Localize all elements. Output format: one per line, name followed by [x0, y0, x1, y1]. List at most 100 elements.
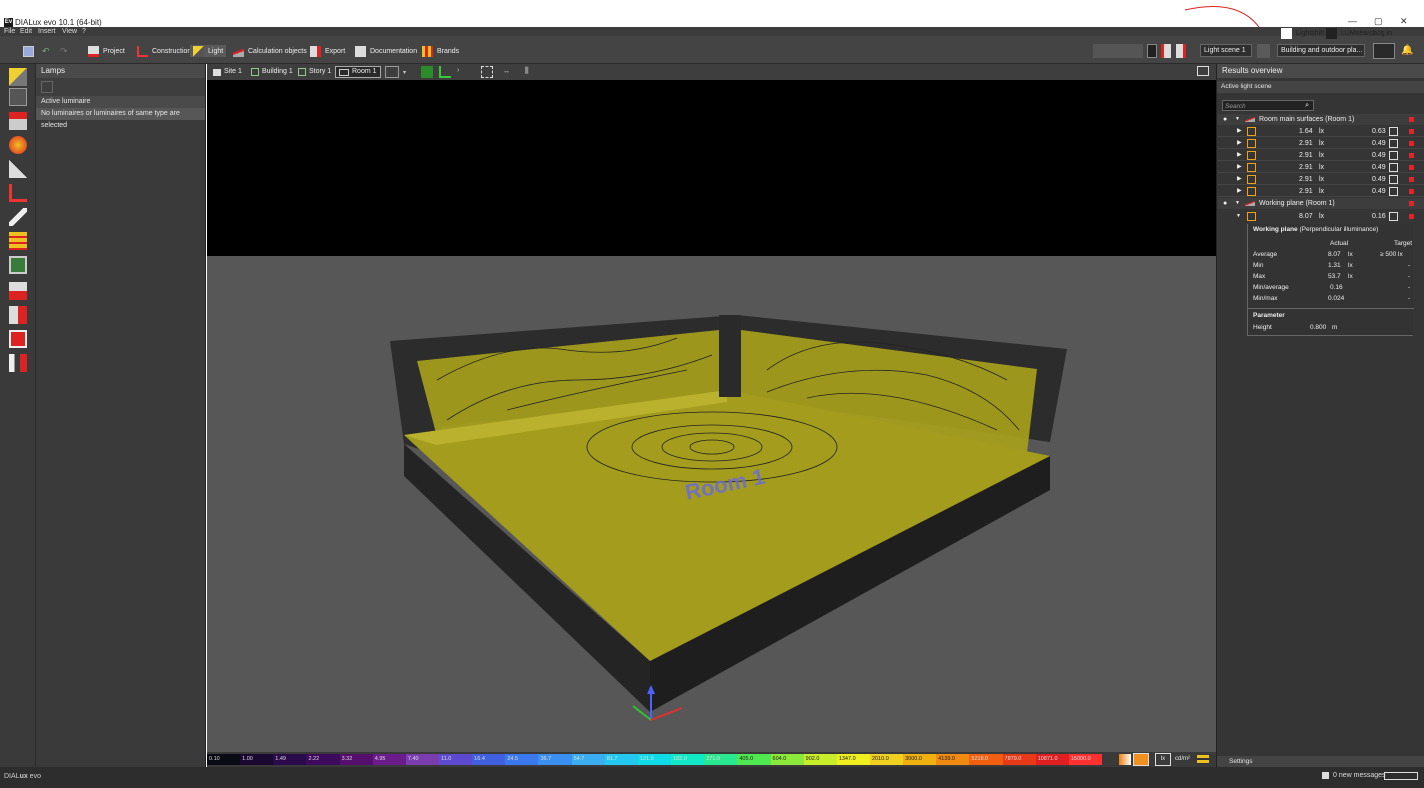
expand-chevron-icon[interactable]: ▶	[1237, 150, 1242, 161]
light-scene-options-button[interactable]	[1257, 44, 1270, 58]
menu-insert[interactable]: Insert	[38, 27, 56, 36]
tab-project[interactable]: Project	[88, 45, 125, 57]
chevron-right-icon[interactable]: ›	[457, 67, 459, 74]
expand-chevron-icon[interactable]: ▼	[1235, 198, 1240, 209]
gradient-mode-icon[interactable]	[1119, 754, 1131, 765]
unit-lx-button[interactable]: lx	[1155, 753, 1171, 766]
light-scene-select[interactable]: Light scene 1	[1200, 44, 1252, 57]
light-mode-icon[interactable]	[9, 68, 27, 86]
wall-view-icon[interactable]	[439, 66, 451, 78]
restore-button[interactable]: ▢	[1374, 16, 1383, 27]
menu-file[interactable]: File	[4, 27, 15, 36]
chevron-down-icon[interactable]: ▾	[403, 69, 406, 76]
group-room-main-surfaces[interactable]: ● ▼ Room main surfaces (Room 1)	[1217, 114, 1424, 125]
surface-row[interactable]: ▶ 1.64 lx 0.63	[1217, 126, 1424, 137]
zoom-extents-icon[interactable]	[481, 66, 493, 78]
building-mode-select[interactable]: Building and outdoor pla...	[1277, 44, 1365, 57]
isoline-mode-icon[interactable]	[1133, 753, 1149, 766]
calculation-grid-icon[interactable]	[9, 256, 27, 274]
expand-chevron-icon[interactable]: ▼	[1235, 114, 1240, 125]
view-selection-icon[interactable]	[385, 66, 399, 78]
visibility-eye-icon[interactable]: ●	[1223, 198, 1227, 209]
max-value: 53.7	[1328, 273, 1341, 280]
color-scale-bar[interactable]: 0.10 1.00 1.49 2.22 3.32 4.95 7.40 11.0 16.4 24.5…	[207, 754, 1102, 765]
expand-chevron-icon[interactable]: ▶	[1237, 162, 1242, 173]
expand-chevron-icon[interactable]: ▶	[1237, 126, 1242, 137]
hierarchy-icon[interactable]	[9, 354, 27, 372]
tab-calculation-objects[interactable]: Calculation objects	[233, 45, 307, 57]
copy-luminaire-icon[interactable]	[41, 81, 53, 93]
results-search-input[interactable]: Search ⌕	[1222, 100, 1314, 111]
tab-export[interactable]: Export	[310, 45, 345, 57]
notification-bell-icon[interactable]: 🔔	[1401, 45, 1413, 56]
min-average-label: Min/average	[1253, 284, 1289, 291]
surface-row[interactable]: ▶ 2.91 lx 0.49	[1217, 174, 1424, 185]
lamp-arrangement-icon[interactable]	[9, 112, 27, 130]
select-project-button[interactable]	[1093, 44, 1143, 58]
scale-settings-icon[interactable]	[1197, 755, 1209, 764]
min-unit: lx	[1348, 262, 1353, 269]
expand-chevron-icon[interactable]: ▶	[1237, 186, 1242, 197]
surface-row[interactable]: ▶ 2.91 lx 0.49	[1217, 162, 1424, 173]
visibility-eye-icon[interactable]: ●	[1223, 114, 1227, 125]
settings-bar[interactable]: Settings	[1217, 756, 1424, 767]
working-plane-row[interactable]: ▼ 8.07 lx 0.16	[1217, 211, 1424, 222]
surface-row[interactable]: ▶ 2.91 lx 0.49	[1217, 150, 1424, 161]
view-mode-button[interactable]	[1373, 43, 1395, 59]
luminaire-icon[interactable]	[9, 88, 27, 106]
expand-chevron-icon[interactable]: ▼	[1236, 211, 1241, 222]
3d-viewport[interactable]: Room 1	[207, 80, 1216, 752]
floor-plan-icon[interactable]	[421, 66, 433, 78]
site-icon	[213, 68, 221, 76]
color-icon[interactable]	[9, 136, 27, 154]
scale-cell: 11.0	[439, 754, 473, 765]
delete-scene-icon[interactable]	[1161, 44, 1171, 58]
redo-button[interactable]: ↷	[60, 45, 68, 57]
tab-building[interactable]: Building 1	[251, 66, 293, 78]
scene-dropdown-button[interactable]	[1147, 44, 1157, 58]
lightshift-button[interactable]: Lightshift	[1281, 27, 1324, 39]
export-mode-icon[interactable]	[9, 306, 27, 324]
undo-button[interactable]: ↶	[42, 45, 50, 57]
tools-icon[interactable]	[9, 208, 27, 226]
light-scenes-icon[interactable]	[9, 232, 27, 250]
surface-row[interactable]: ▶ 2.91 lx 0.49	[1217, 186, 1424, 197]
min-max-label: Min/max	[1253, 295, 1278, 302]
status-red-icon	[1409, 201, 1414, 206]
tab-documentation[interactable]: Documentation	[355, 45, 417, 57]
save-button[interactable]	[23, 45, 38, 57]
report-icon[interactable]	[9, 282, 27, 300]
search-icon[interactable]: ⌕	[1305, 101, 1309, 110]
menu-edit[interactable]: Edit	[20, 27, 32, 36]
scale-cell: 3000.0	[903, 754, 937, 765]
col-actual: Actual	[1330, 240, 1349, 247]
height-icon[interactable]: ⫼	[525, 66, 529, 76]
menu-help[interactable]: ?	[82, 27, 86, 36]
lumsearch-icon	[1326, 27, 1337, 39]
room-icon[interactable]	[9, 330, 27, 348]
lumsearch-button[interactable]: LUMsearch	[1326, 27, 1377, 39]
status-red-icon	[1409, 214, 1414, 219]
messages-status[interactable]: 0 new messages	[1333, 772, 1386, 779]
group-working-plane[interactable]: ● ▼ Working plane (Room 1)	[1217, 198, 1424, 209]
tab-room[interactable]: Room 1	[335, 66, 381, 78]
expand-chevron-icon[interactable]: ▶	[1237, 138, 1242, 149]
scene-settings-icon[interactable]	[1176, 44, 1186, 58]
tab-brands[interactable]: Brands	[422, 45, 459, 57]
close-button[interactable]: ✕	[1400, 16, 1408, 27]
surface-row[interactable]: ▶ 2.91 lx 0.49	[1217, 138, 1424, 149]
daylight-icon[interactable]	[9, 160, 27, 178]
screen-mode-icon[interactable]	[1197, 66, 1209, 76]
scale-cell: 7879.0	[1002, 754, 1036, 765]
expand-chevron-icon[interactable]: ▶	[1237, 174, 1242, 185]
unit-cd-button[interactable]: cd/m²	[1175, 754, 1190, 765]
measure-icon[interactable]: ↔	[503, 68, 510, 75]
tab-light[interactable]: Light	[190, 45, 227, 57]
menu-view[interactable]: View	[62, 27, 77, 36]
minimize-button[interactable]: —	[1348, 16, 1357, 26]
tab-site[interactable]: Site 1	[213, 66, 242, 78]
tab-story[interactable]: Story 1	[298, 66, 331, 78]
login-button[interactable]: Log in	[1373, 27, 1392, 39]
construction-mode-icon[interactable]	[9, 184, 27, 202]
tab-construction[interactable]: Construction	[137, 45, 191, 57]
